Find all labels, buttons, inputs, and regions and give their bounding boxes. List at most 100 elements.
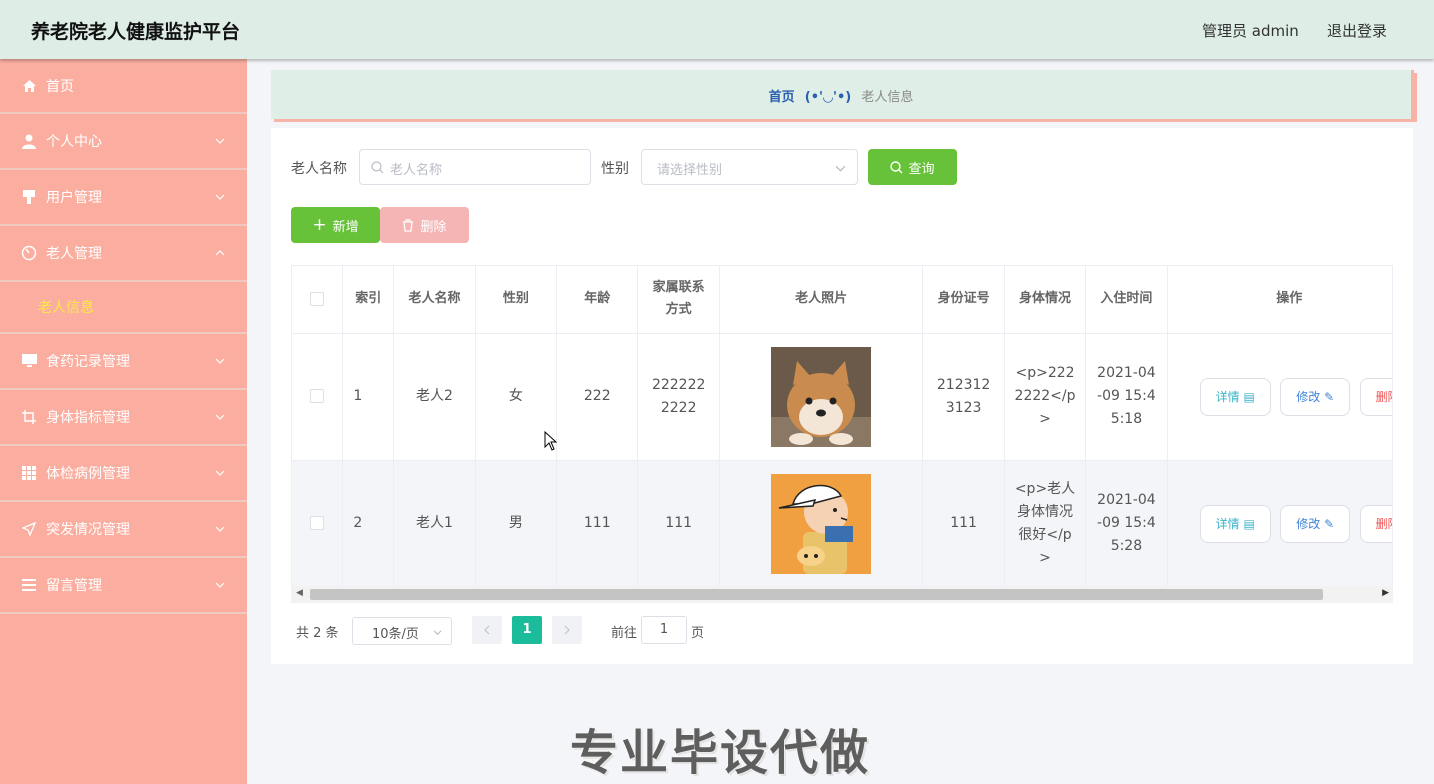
cell-index: 2 bbox=[342, 460, 395, 588]
sidebar-item-label: 个人中心 bbox=[46, 134, 102, 150]
select-all-cell[interactable] bbox=[292, 266, 344, 334]
delete-button[interactable]: 删除 bbox=[1359, 504, 1392, 543]
send-icon bbox=[21, 521, 37, 537]
document-icon: ▤ bbox=[1243, 516, 1255, 531]
cartoon-boy-photo bbox=[771, 473, 872, 574]
column-header-text: 家属联系方式 bbox=[652, 280, 705, 318]
query-button[interactable]: 查询 bbox=[868, 149, 957, 185]
cell-id-text: 111 bbox=[950, 515, 977, 531]
crop-icon bbox=[21, 409, 37, 425]
cell-health: <p>2222222</p> bbox=[1004, 333, 1087, 461]
sidebar-item-messages[interactable]: 留言管理 bbox=[0, 558, 247, 614]
cell-age: 222 bbox=[556, 333, 639, 461]
breadcrumb-home[interactable]: 首页 bbox=[769, 90, 795, 105]
row-select-cell[interactable] bbox=[292, 333, 344, 461]
edit-button[interactable]: 修改 ✎ bbox=[1280, 377, 1351, 416]
sidebar-item-elder-management[interactable]: 老人管理 bbox=[0, 226, 247, 282]
mouse-cursor-icon bbox=[544, 431, 558, 451]
page-number-current[interactable]: 1 bbox=[512, 616, 542, 644]
app-title: 养老院老人健康监护平台 bbox=[31, 21, 241, 43]
grid-icon bbox=[21, 465, 37, 481]
sidebar-item-personal-center[interactable]: 个人中心 bbox=[0, 114, 247, 170]
name-search-input[interactable]: 老人名称 bbox=[359, 149, 591, 185]
chevron-down-icon bbox=[215, 470, 225, 476]
edit-button[interactable]: 修改 ✎ bbox=[1280, 504, 1351, 543]
query-button-label: 查询 bbox=[908, 161, 935, 177]
column-header: 年龄 bbox=[556, 266, 639, 334]
sidebar-item-food-medicine[interactable]: 食药记录管理 bbox=[0, 334, 247, 390]
sidebar-subitem-elder-info[interactable]: 老人信息 bbox=[0, 282, 247, 334]
chevron-down-icon bbox=[215, 526, 225, 532]
sidebar-item-medical-records[interactable]: 体检病例管理 bbox=[0, 446, 247, 502]
row-select-cell[interactable] bbox=[292, 460, 344, 588]
page-size-select[interactable]: 10条/页 bbox=[352, 617, 452, 645]
current-user: 管理员 admin bbox=[1202, 22, 1299, 40]
sidebar-item-user-management[interactable]: 用户管理 bbox=[0, 170, 247, 226]
cell-id-text: 2123123123 bbox=[936, 376, 991, 416]
next-page-button[interactable] bbox=[552, 616, 582, 644]
chevron-down-icon bbox=[215, 194, 225, 200]
table-row[interactable]: 1 老人2 女 222 2222222222 2123123123 <p>222… bbox=[292, 333, 1392, 461]
column-header: 操作 bbox=[1167, 266, 1392, 334]
select-all-checkbox[interactable] bbox=[310, 291, 325, 306]
home-icon bbox=[21, 78, 37, 94]
logout-link[interactable]: 退出登录 bbox=[1327, 20, 1387, 41]
table-row[interactable]: 2 老人1 男 111 111 111 <p>老人身体情况很好</p> 2021… bbox=[292, 460, 1392, 588]
column-header: 老人名称 bbox=[393, 266, 476, 334]
table-horizontal-scrollbar[interactable]: ◀ ▶ bbox=[291, 586, 1393, 603]
column-header: 身份证号 bbox=[922, 266, 1005, 334]
page-size-value: 10条/页 bbox=[372, 627, 419, 642]
scroll-right-arrow-icon[interactable]: ▶ bbox=[1382, 588, 1389, 598]
cell-id-number: 111 bbox=[922, 460, 1005, 588]
cell-name: 老人2 bbox=[393, 333, 476, 461]
sidebar-item-body-indicators[interactable]: 身体指标管理 bbox=[0, 390, 247, 446]
add-button[interactable]: + 新增 bbox=[291, 207, 380, 243]
detail-button-label: 详情 bbox=[1215, 516, 1240, 531]
plus-icon: + bbox=[312, 214, 327, 235]
gender-select[interactable]: 请选择性别 bbox=[641, 149, 858, 185]
cell-gender: 男 bbox=[475, 460, 558, 588]
cell-checkin-text: 2021-04-09 15:45:18 bbox=[1097, 365, 1156, 427]
sidebar-item-home[interactable]: 首页 bbox=[0, 59, 247, 114]
column-header: 性别 bbox=[475, 266, 558, 334]
cell-health: <p>老人身体情况很好</p> bbox=[1004, 460, 1087, 588]
chevron-down-icon bbox=[835, 165, 846, 172]
sidebar-item-label: 身体指标管理 bbox=[46, 410, 130, 426]
chevron-down-icon bbox=[215, 582, 225, 588]
shiba-dog-photo bbox=[771, 346, 872, 447]
cell-age: 111 bbox=[556, 460, 639, 588]
batch-delete-button[interactable]: 删除 bbox=[380, 207, 469, 243]
chevron-up-icon bbox=[215, 250, 225, 256]
chevron-down-icon bbox=[215, 138, 225, 144]
prev-page-button[interactable] bbox=[472, 616, 502, 644]
goto-page-input[interactable]: 1 bbox=[641, 616, 687, 644]
name-search-label: 老人名称 bbox=[291, 161, 347, 177]
search-icon bbox=[371, 161, 384, 174]
chevron-right-icon bbox=[564, 625, 570, 635]
scrollbar-thumb[interactable] bbox=[310, 589, 1323, 600]
breadcrumb-separator: (•'◡'•) bbox=[804, 90, 852, 105]
row-checkbox[interactable] bbox=[310, 516, 325, 530]
delete-button-label: 删除 bbox=[1375, 389, 1392, 404]
detail-button[interactable]: 详情 ▤ bbox=[1199, 504, 1271, 543]
sidebar-item-label: 用户管理 bbox=[46, 190, 102, 206]
chevron-left-icon bbox=[484, 625, 490, 635]
elder-table: 索引 老人名称 性别 年龄 家属联系方式 老人照片 身份证号 身体情况 入住时间… bbox=[291, 265, 1393, 603]
cell-contact: 2222222222 bbox=[637, 333, 720, 461]
detail-button[interactable]: 详情 ▤ bbox=[1199, 377, 1271, 416]
row-checkbox[interactable] bbox=[310, 389, 325, 403]
pagination-total: 共 2 条 bbox=[296, 626, 339, 641]
delete-button[interactable]: 删除 bbox=[1359, 377, 1392, 416]
cell-id-number: 2123123123 bbox=[922, 333, 1005, 461]
name-search-placeholder: 老人名称 bbox=[390, 163, 443, 178]
sidebar-item-label: 留言管理 bbox=[46, 578, 102, 594]
sidebar-item-label: 食药记录管理 bbox=[46, 354, 130, 370]
scroll-left-arrow-icon[interactable]: ◀ bbox=[296, 588, 303, 598]
cell-checkin-time: 2021-04-09 15:45:28 bbox=[1085, 460, 1168, 588]
cell-checkin-text: 2021-04-09 15:45:28 bbox=[1097, 492, 1156, 554]
sidebar-item-emergency[interactable]: 突发情况管理 bbox=[0, 502, 247, 558]
edit-button-label: 修改 bbox=[1296, 389, 1321, 404]
cell-index: 1 bbox=[342, 333, 395, 461]
watermark-text: 专业毕设代做 bbox=[570, 725, 871, 781]
table-header-row: 索引 老人名称 性别 年龄 家属联系方式 老人照片 身份证号 身体情况 入住时间… bbox=[292, 266, 1392, 334]
